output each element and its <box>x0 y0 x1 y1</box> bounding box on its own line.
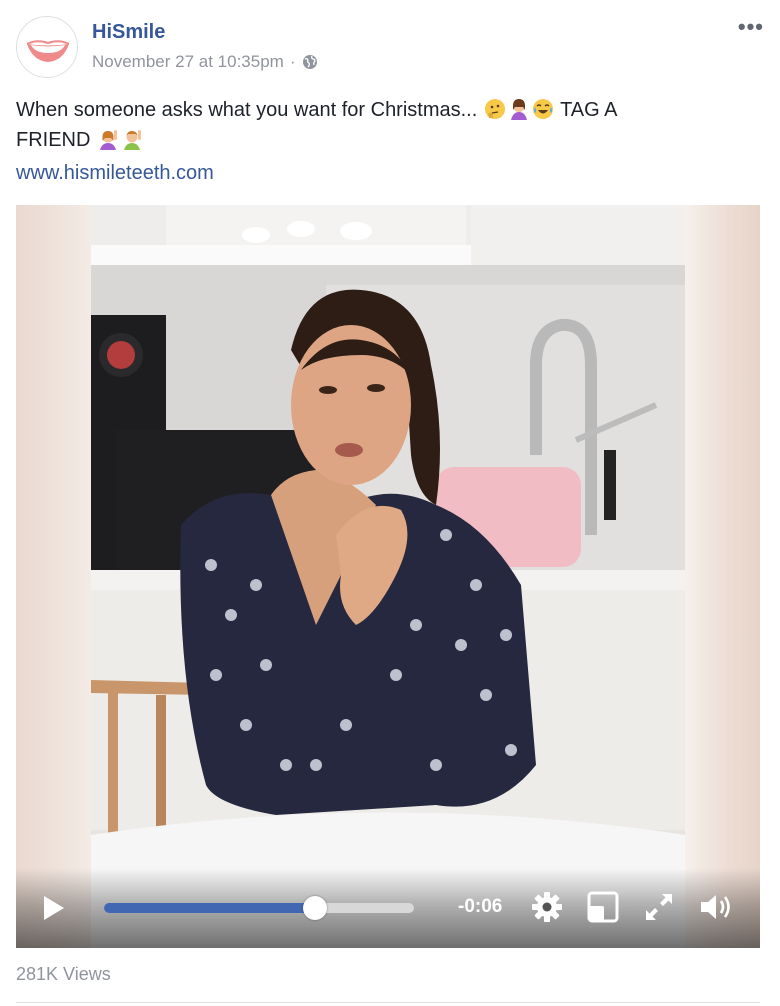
time-remaining: -0:06 <box>458 896 503 917</box>
progress-fill <box>104 903 315 913</box>
picture-in-picture-icon[interactable] <box>586 890 620 924</box>
video-frame <box>91 205 685 948</box>
smile-lips-logo-icon <box>26 40 70 62</box>
video-controls: -0:06 <box>16 868 760 948</box>
meta-separator: · <box>289 52 296 71</box>
fullscreen-icon[interactable] <box>642 890 676 924</box>
post-meta: November 27 at 10:35pm · <box>92 52 318 72</box>
page-name[interactable]: HiSmile <box>92 21 165 44</box>
post-caption: When someone asks what you want for Chri… <box>16 95 756 155</box>
video-player[interactable]: -0:06 <box>16 205 760 948</box>
page-avatar[interactable] <box>16 16 78 78</box>
progress-knob[interactable] <box>302 896 327 920</box>
volume-icon[interactable] <box>698 890 736 924</box>
gear-icon[interactable] <box>530 890 564 924</box>
post-timestamp[interactable]: November 27 at 10:35pm <box>92 52 284 72</box>
caption-tag: TAG A <box>560 99 618 121</box>
facebook-post: HiSmile November 27 at 10:35pm · ••• Whe… <box>0 0 780 1006</box>
globe-icon[interactable] <box>302 54 318 70</box>
caption-friend: FRIEND <box>16 129 91 151</box>
more-options-icon[interactable]: ••• <box>738 14 764 40</box>
website-link[interactable]: www.hismileteeth.com <box>16 162 214 185</box>
play-icon[interactable] <box>42 894 66 922</box>
face-with-tears-of-joy-icon <box>532 99 553 119</box>
progress-bar[interactable] <box>104 896 414 920</box>
woman-tipping-hand-icon <box>510 99 527 120</box>
woman-raising-hand-icon <box>100 130 118 150</box>
man-raising-hand-icon <box>124 130 142 150</box>
caption-text: When someone asks what you want for Chri… <box>16 99 478 121</box>
divider <box>16 1002 760 1003</box>
view-count: 281K Views <box>16 964 111 984</box>
thinking-face-icon <box>484 99 505 119</box>
